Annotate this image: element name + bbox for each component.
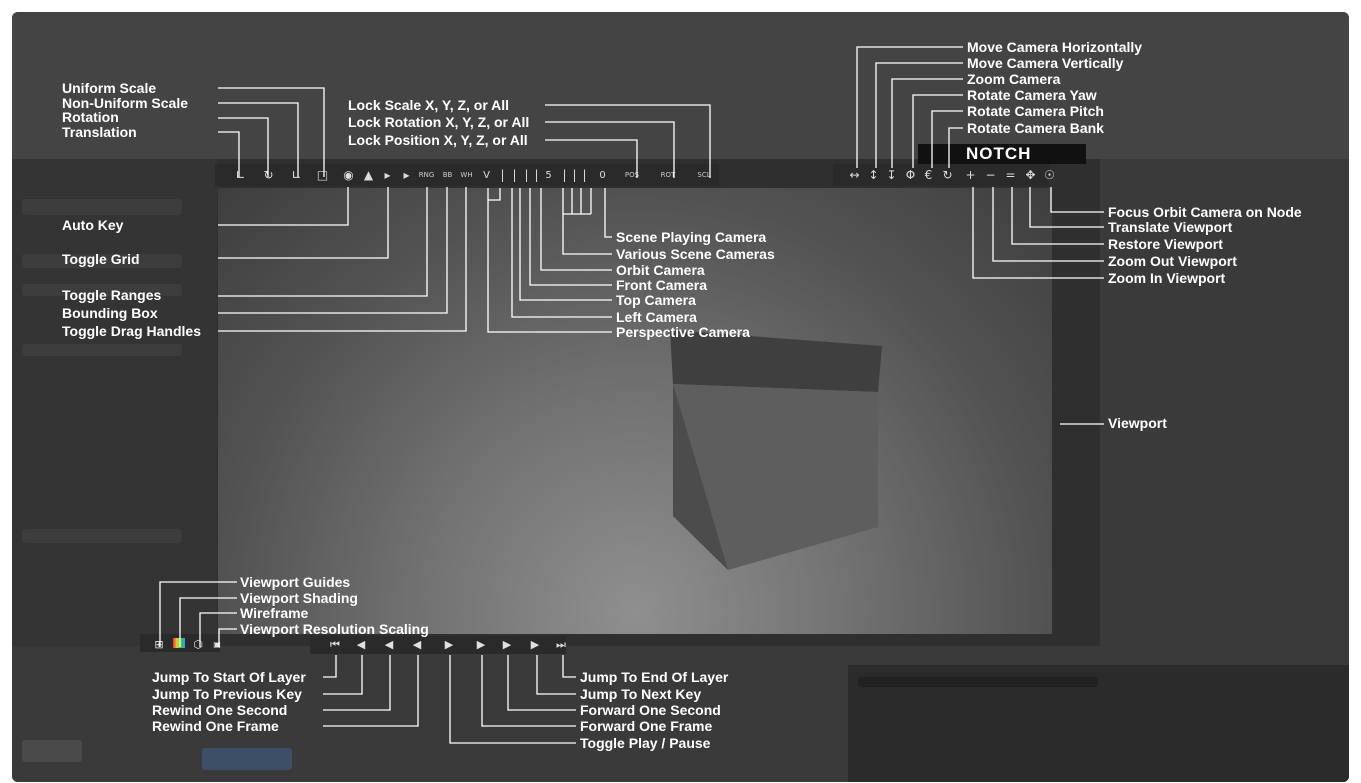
label-focus-orbit: Focus Orbit Camera on Node bbox=[1108, 204, 1302, 220]
label-viewport-res-scaling: Viewport Resolution Scaling bbox=[240, 621, 429, 637]
label-move-cam-h: Move Camera Horizontally bbox=[967, 39, 1143, 55]
label-move-cam-v: Move Camera Vertically bbox=[967, 55, 1124, 71]
label-lock-position: Lock Position X, Y, Z, or All bbox=[348, 132, 528, 148]
label-toggle-drag-handles: Toggle Drag Handles bbox=[62, 323, 201, 339]
label-bounding-box: Bounding Box bbox=[62, 305, 158, 321]
label-rotate-yaw: Rotate Camera Yaw bbox=[967, 87, 1097, 103]
label-rotate-bank: Rotate Camera Bank bbox=[967, 120, 1104, 136]
label-forward-second: Forward One Second bbox=[580, 702, 721, 718]
label-jump-start-layer: Jump To Start Of Layer bbox=[152, 669, 306, 685]
label-various-scene-cameras: Various Scene Cameras bbox=[616, 246, 775, 262]
label-front-camera: Front Camera bbox=[616, 277, 708, 293]
label-rotation: Rotation bbox=[62, 109, 119, 125]
label-auto-key: Auto Key bbox=[62, 217, 124, 233]
label-left-camera: Left Camera bbox=[616, 309, 697, 325]
label-orbit-camera: Orbit Camera bbox=[616, 262, 705, 278]
label-viewport: Viewport bbox=[1108, 415, 1167, 431]
label-toggle-ranges: Toggle Ranges bbox=[62, 287, 162, 303]
label-jump-next-key: Jump To Next Key bbox=[580, 686, 702, 702]
leader-lines bbox=[159, 46, 1104, 744]
label-viewport-guides: Viewport Guides bbox=[240, 574, 351, 590]
label-zoom-camera: Zoom Camera bbox=[967, 71, 1061, 87]
label-rotate-pitch: Rotate Camera Pitch bbox=[967, 103, 1104, 119]
label-wireframe: Wireframe bbox=[240, 605, 309, 621]
label-rewind-second: Rewind One Second bbox=[152, 702, 288, 718]
label-lock-scale: Lock Scale X, Y, Z, or All bbox=[348, 97, 510, 113]
label-toggle-grid: Toggle Grid bbox=[62, 251, 140, 267]
label-perspective-camera: Perspective Camera bbox=[616, 324, 750, 340]
label-jump-prev-key: Jump To Previous Key bbox=[152, 686, 302, 702]
label-viewport-shading: Viewport Shading bbox=[240, 590, 358, 606]
label-scene-playing-camera: Scene Playing Camera bbox=[616, 229, 767, 245]
label-jump-end-layer: Jump To End Of Layer bbox=[580, 669, 729, 685]
label-toggle-play: Toggle Play / Pause bbox=[580, 735, 711, 751]
label-zoom-in-viewport: Zoom In Viewport bbox=[1108, 270, 1226, 286]
label-lock-rotation: Lock Rotation X, Y, Z, or All bbox=[348, 114, 530, 130]
label-forward-frame: Forward One Frame bbox=[580, 718, 713, 734]
label-rewind-frame: Rewind One Frame bbox=[152, 718, 279, 734]
label-uniform-scale: Uniform Scale bbox=[62, 80, 157, 96]
label-restore-viewport: Restore Viewport bbox=[1108, 236, 1223, 252]
label-translate-viewport: Translate Viewport bbox=[1108, 219, 1233, 235]
label-translation: Translation bbox=[62, 124, 137, 140]
label-zoom-out-viewport: Zoom Out Viewport bbox=[1108, 253, 1237, 269]
label-top-camera: Top Camera bbox=[616, 292, 696, 308]
